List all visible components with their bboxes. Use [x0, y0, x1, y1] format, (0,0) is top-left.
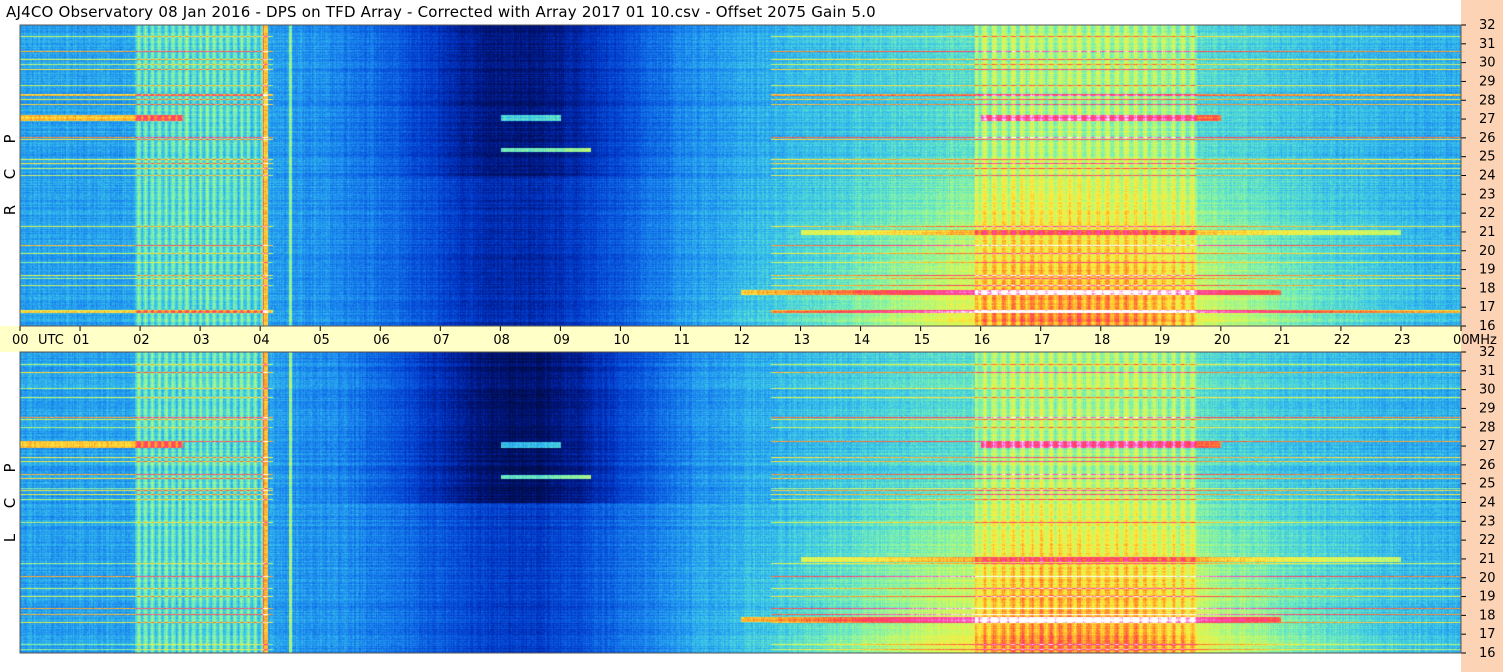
x-tick-label: 00: [12, 333, 29, 348]
x-tick-label: 16: [974, 333, 991, 348]
x-tick-label: 05: [313, 333, 330, 348]
x-tick-label: 17: [1034, 333, 1051, 348]
x-tick-label: 20: [1214, 333, 1231, 348]
y-tick-label: 20: [1479, 244, 1496, 259]
x-tick-label: 15: [914, 333, 931, 348]
y-tick-label: 31: [1479, 37, 1496, 52]
x-tick-label: 02: [133, 333, 150, 348]
y-tick-label: 23: [1479, 514, 1496, 529]
x-tick-label: 10: [613, 333, 630, 348]
x-tick-label: 23: [1394, 333, 1411, 348]
x-tick-label: 21: [1274, 333, 1291, 348]
y-tick-label: 24: [1479, 496, 1496, 511]
y-tick-label: 17: [1479, 300, 1496, 315]
y-tick-label: 27: [1479, 112, 1496, 127]
y-tick-label: 20: [1479, 571, 1496, 586]
x-tick-label: 01: [73, 333, 90, 348]
y-tick-label: 32: [1479, 345, 1496, 360]
panel-frame: [19, 351, 1462, 654]
y-tick-label: 16: [1479, 646, 1496, 661]
y-tick-label: 25: [1479, 477, 1496, 492]
x-tick-label: 07: [433, 333, 450, 348]
y-tick-label: 21: [1479, 552, 1496, 567]
y-tick-label: 17: [1479, 627, 1496, 642]
x-tick-label: 03: [193, 333, 210, 348]
y-tick-label: 31: [1479, 364, 1496, 379]
y-tick-label: 19: [1479, 263, 1496, 278]
x-tick-label: 09: [553, 333, 570, 348]
y-tick-label: 26: [1479, 458, 1496, 473]
x-tick-label: 22: [1334, 333, 1351, 348]
x-tick-label: 00: [1453, 333, 1470, 348]
x-tick-label: 14: [854, 333, 871, 348]
x-tick-label: 04: [253, 333, 270, 348]
y-tick-label: 18: [1479, 608, 1496, 623]
y-tick-label: 23: [1479, 187, 1496, 202]
y-tick-label: 32: [1479, 18, 1496, 33]
panel-frame: [19, 24, 1462, 327]
y-tick-label: 27: [1479, 439, 1496, 454]
y-tick-label: 24: [1479, 169, 1496, 184]
y-tick-label: 30: [1479, 56, 1496, 71]
x-unit-label: UTC: [38, 333, 64, 348]
y-tick-label: 26: [1479, 131, 1496, 146]
y-tick-label: 28: [1479, 93, 1496, 108]
x-tick-label: 18: [1094, 333, 1111, 348]
y-tick-label: 28: [1479, 420, 1496, 435]
y-tick-label: 16: [1479, 319, 1496, 334]
y-tick-label: 22: [1479, 533, 1496, 548]
x-tick-label: 12: [734, 333, 751, 348]
y-tick-label: 25: [1479, 150, 1496, 165]
y-tick-label: 18: [1479, 281, 1496, 296]
y-tick-label: 30: [1479, 383, 1496, 398]
y-tick-label: 29: [1479, 74, 1496, 89]
y-tick-label: 21: [1479, 225, 1496, 240]
x-tick-label: 13: [794, 333, 811, 348]
axes: 00 01 02 03 04 05 06 07 08 09 10 11 12 13 14 15 16 17 18 19…: [12, 18, 1497, 661]
y-tick-label: 29: [1479, 401, 1496, 416]
y-tick-label: 19: [1479, 590, 1496, 605]
x-tick-label: 11: [673, 333, 690, 348]
y-tick-label: 22: [1479, 206, 1496, 221]
x-tick-label: 19: [1154, 333, 1171, 348]
x-tick-label: 08: [493, 333, 510, 348]
x-tick-label: 06: [373, 333, 390, 348]
